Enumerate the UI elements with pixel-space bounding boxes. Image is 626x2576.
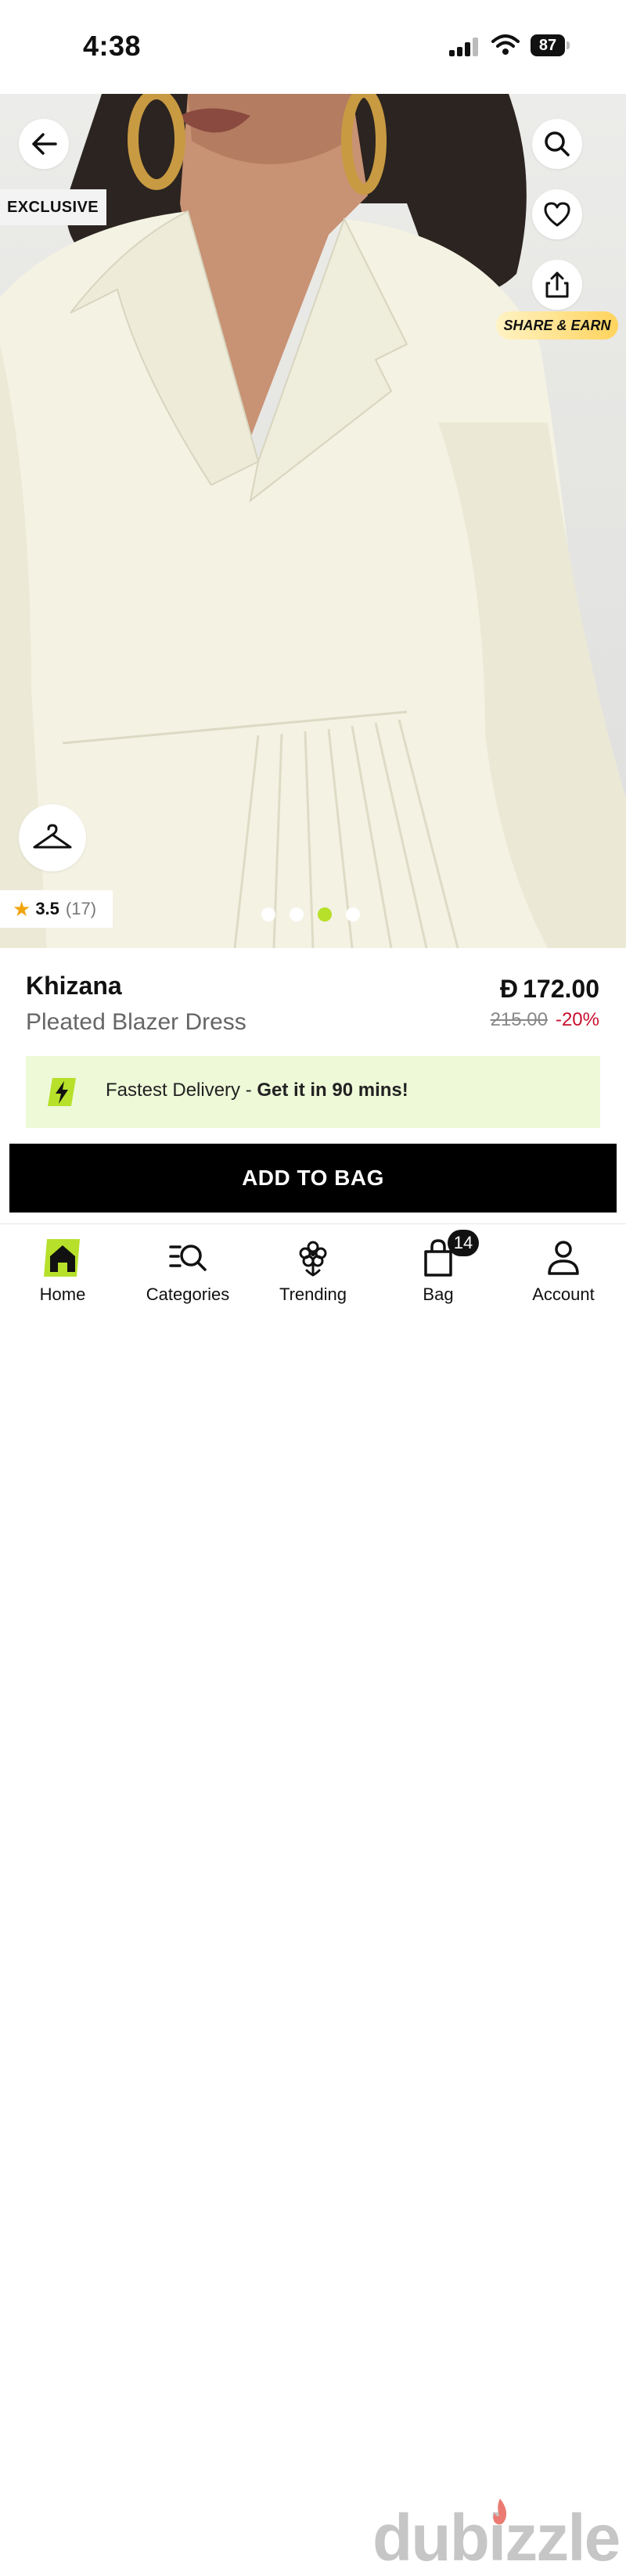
search-icon [545,131,570,156]
divider [0,1223,626,1224]
nav-label: Home [39,1284,86,1304]
old-price: 215.00 [490,1009,548,1030]
wifi-icon [491,34,520,55]
old-price-row: 215.00 -20% [491,1009,599,1031]
nav-label: Bag [423,1284,454,1304]
exclusive-badge: EXCLUSIVE [0,189,106,225]
hanger-icon [33,824,72,849]
share-button[interactable] [532,260,582,310]
home-icon [44,1239,80,1277]
bottom-navigation: Home Categories Trending Bag 14 Account … [0,1225,626,2574]
cellular-signal-icon [449,38,478,56]
bag-count-badge: 14 [448,1230,479,1256]
product-name: Pleated Blazer Dress [26,1009,246,1035]
nav-label: Trending [279,1284,347,1304]
product-image-carousel[interactable]: EXCLUSIVE SHARE & EARN ★ 3.5 (17) [0,94,626,948]
delivery-banner: Fastest Delivery - Get it in 90 mins! [26,1056,600,1128]
add-to-bag-button[interactable]: ADD TO BAG [9,1144,617,1213]
carousel-dot[interactable] [290,907,304,922]
search-button[interactable] [532,119,582,169]
delivery-text: Fastest Delivery - Get it in 90 mins! [106,1080,408,1101]
carousel-dot-active[interactable] [318,907,332,922]
rating-count: (17) [65,899,97,918]
discount-percent: -20% [555,1009,599,1030]
battery-icon: 87 [531,34,570,56]
heart-icon [544,202,570,227]
categories-icon [169,1245,207,1271]
carousel-dot[interactable] [261,907,275,922]
status-time: 4:38 [83,30,142,62]
carousel-dot[interactable] [346,907,360,922]
status-bar: 4:38 87 [0,0,626,94]
share-and-earn-badge[interactable]: SHARE & EARN [496,311,618,340]
delivery-highlight: Get it in 90 mins! [257,1080,408,1101]
nav-item-account[interactable]: Account [501,1225,626,1319]
trending-icon [299,1241,327,1277]
current-price: Đ 172.00 [500,975,599,1004]
nav-label: Categories [146,1284,230,1304]
dubizzle-watermark: dubizzle [372,2499,621,2576]
currency-symbol: Đ [500,975,519,1003]
account-icon [548,1241,579,1275]
price-value: 172.00 [523,975,599,1003]
nav-item-categories[interactable]: Categories [125,1225,250,1319]
nav-item-bag[interactable]: Bag [376,1225,501,1319]
wishlist-button[interactable] [532,189,582,239]
brand-name[interactable]: Khizana [26,972,122,1001]
battery-level: 87 [531,34,565,56]
rating-badge[interactable]: ★ 3.5 (17) [0,890,113,928]
lightning-icon [48,1078,76,1106]
back-button[interactable] [19,119,69,169]
carousel-indicator [261,907,360,922]
rating-score: 3.5 [35,899,59,918]
share-icon [545,271,569,298]
arrow-left-icon [32,133,57,155]
nav-item-home[interactable]: Home [0,1225,125,1319]
star-icon: ★ [13,896,31,921]
nav-item-trending[interactable]: Trending [250,1225,376,1319]
size-guide-button[interactable] [19,804,86,871]
flame-icon [493,2499,507,2525]
nav-label: Account [532,1284,595,1304]
